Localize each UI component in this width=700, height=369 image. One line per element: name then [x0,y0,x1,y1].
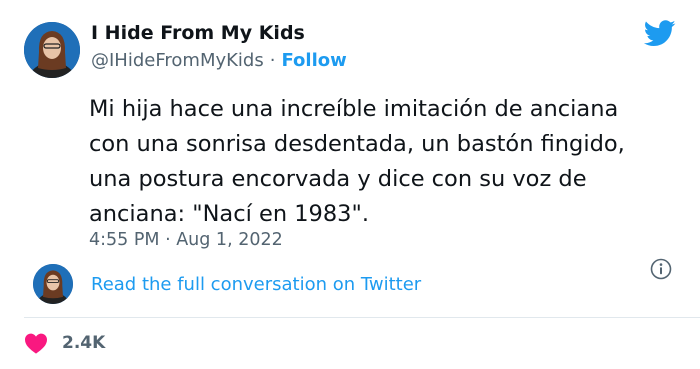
author-display-name[interactable]: I Hide From My Kids [91,20,305,46]
tweet-text-line: Mi hija hace una increíble imitación de … [89,96,619,122]
author-subline: @IHideFromMyKids · Follow [91,49,347,73]
reply-avatar[interactable] [33,264,73,304]
separator-dot: · [269,50,276,71]
like-count: 2.4K [62,333,106,353]
author-handle[interactable]: @IHideFromMyKids [91,50,264,71]
info-icon[interactable] [650,258,672,280]
divider [24,317,700,318]
like-button[interactable]: 2.4K [24,330,105,356]
heart-icon [25,333,47,354]
twitter-bird-icon[interactable] [644,20,676,47]
tweet-timestamp[interactable]: 4:55 PM · Aug 1, 2022 [89,228,283,252]
tweet-text-line: con una sonrisa desdentada, un bastón fi… [89,131,625,157]
tweet-text-line: una postura encorvada y dice con su voz … [89,166,587,192]
tweet-text-line: anciana: "Nací en 1983". [89,201,369,227]
avatar-image [24,22,80,78]
read-conversation-link[interactable]: Read the full conversation on Twitter [91,273,421,297]
divider [89,264,676,265]
avatar-image [33,264,73,304]
author-avatar[interactable] [24,22,80,78]
follow-button[interactable]: Follow [281,50,346,71]
tweet-text: Mi hija hace una increíble imitación de … [89,92,679,232]
